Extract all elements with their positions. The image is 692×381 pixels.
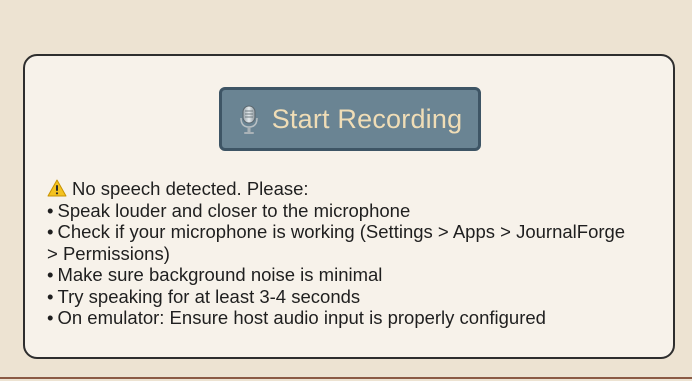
message-line: • Check if your microphone is working (Se… — [47, 221, 662, 243]
message-line: • Try speaking for at least 3-4 seconds — [47, 286, 662, 308]
message-line-text: On emulator: Ensure host audio input is … — [57, 307, 546, 328]
recording-card: Start Recording No speech detected. Plea… — [23, 54, 675, 359]
message-line: • Make sure background noise is minimal — [47, 264, 662, 286]
message-line-text: Speak louder and closer to the microphon… — [57, 199, 411, 221]
message-line-text: > Permissions) — [47, 242, 170, 264]
bullet-glyph: • — [47, 221, 54, 242]
bottom-divider — [0, 377, 692, 379]
message-line-text: Try speaking for at least 3-4 seconds — [57, 285, 361, 307]
bullet-glyph: • — [47, 264, 54, 285]
no-speech-message: No speech detected. Please: • Speak loude… — [47, 178, 662, 329]
message-line: • Speak louder and closer to the micropho… — [47, 200, 662, 222]
app-screen: Start Recording No speech detected. Plea… — [0, 0, 692, 381]
bullet-glyph: • — [47, 307, 54, 328]
message-line: • On emulator: Ensure host audio input is… — [47, 307, 662, 329]
warning-icon — [47, 179, 67, 197]
start-recording-button[interactable]: Start Recording — [219, 87, 481, 151]
bullet-glyph: • — [47, 199, 54, 221]
bullet-glyph: • — [47, 285, 54, 307]
message-heading-line: No speech detected. Please: — [47, 178, 662, 200]
microphone-icon — [238, 105, 260, 135]
message-heading: No speech detected. Please: — [72, 178, 309, 199]
message-line-text: Check if your microphone is working (Set… — [57, 221, 626, 242]
message-line-text: Make sure background noise is minimal — [57, 264, 383, 285]
message-line-continuation: > Permissions) — [47, 243, 662, 265]
start-recording-label: Start Recording — [271, 103, 463, 134]
